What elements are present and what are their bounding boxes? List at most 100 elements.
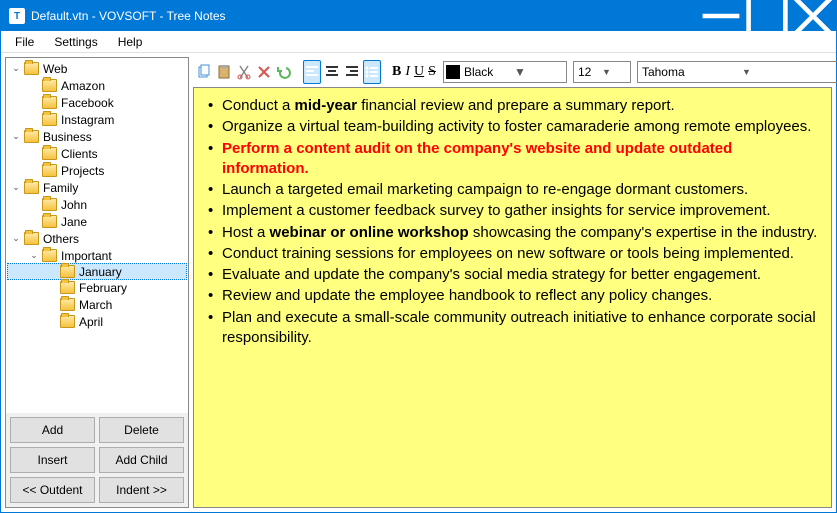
tree-node[interactable]: Projects (8, 162, 186, 179)
notes-list: Conduct a mid-year financial review and … (204, 96, 821, 348)
window-controls (698, 1, 836, 31)
tree-node[interactable]: Jane (8, 213, 186, 230)
left-panel: ⌄ Web AmazonFacebookInstagram ⌄ BusinessClie… (5, 57, 189, 508)
right-panel: B I U S Black ▼ 12 ▼ Tahoma ▼ (193, 57, 832, 508)
note-item[interactable]: Perform a content audit on the company's… (208, 139, 821, 180)
strikethrough-icon[interactable]: S (427, 60, 437, 84)
body: ⌄ Web AmazonFacebookInstagram ⌄ BusinessClie… (1, 53, 836, 512)
folder-icon (42, 249, 57, 262)
add-child-button[interactable]: Add Child (99, 447, 184, 473)
note-item[interactable]: Launch a targeted email marketing campai… (208, 180, 821, 200)
tree-view[interactable]: ⌄ Web AmazonFacebookInstagram ⌄ BusinessClie… (6, 58, 188, 413)
folder-icon (24, 181, 39, 194)
tree-buttons: Add Delete Insert Add Child << Outdent I… (6, 413, 188, 507)
undo-icon[interactable] (275, 60, 293, 84)
delete-button[interactable]: Delete (99, 417, 184, 443)
tree-node[interactable]: ⌄Family (8, 179, 186, 196)
note-item[interactable]: Review and update the employee handbook … (208, 286, 821, 306)
editor[interactable]: Conduct a mid-year financial review and … (193, 87, 832, 508)
tree-spacer (28, 199, 40, 211)
tree-spacer (28, 97, 40, 109)
underline-icon[interactable]: U (413, 60, 425, 84)
tree-spacer (28, 148, 40, 160)
color-select[interactable]: Black ▼ (443, 61, 567, 83)
tree-label: John (61, 198, 87, 212)
delete-icon[interactable] (255, 60, 273, 84)
note-item[interactable]: Implement a customer feedback survey to … (208, 201, 821, 221)
font-family-select[interactable]: Tahoma ▼ (637, 61, 837, 83)
menu-settings[interactable]: Settings (44, 33, 107, 51)
copy-icon[interactable] (195, 60, 213, 84)
insert-button[interactable]: Insert (10, 447, 95, 473)
collapse-icon[interactable]: ⌄ (10, 233, 22, 245)
color-swatch (446, 65, 460, 79)
collapse-icon[interactable]: ⌄ (10, 63, 22, 75)
menu-file[interactable]: File (5, 33, 44, 51)
tree-label: March (79, 298, 112, 312)
tree-node[interactable]: ⌄Others (8, 230, 186, 247)
tree-node[interactable]: Facebook (8, 94, 186, 111)
folder-icon (60, 298, 75, 311)
tree-node[interactable]: ⌄Important (8, 247, 186, 264)
note-item[interactable]: Host a webinar or online workshop showca… (208, 223, 821, 243)
align-center-icon[interactable] (323, 60, 341, 84)
collapse-icon[interactable]: ⌄ (10, 131, 22, 143)
tree-label: Web (43, 62, 67, 76)
tree-spacer (28, 216, 40, 228)
align-left-icon[interactable] (303, 60, 321, 84)
maximize-button[interactable] (744, 1, 790, 31)
tree-label: Jane (61, 215, 87, 229)
folder-icon (24, 130, 39, 143)
note-item[interactable]: Organize a virtual team-building activit… (208, 117, 821, 137)
outdent-button[interactable]: << Outdent (10, 477, 95, 503)
minimize-button[interactable] (698, 1, 744, 31)
indent-button[interactable]: Indent >> (99, 477, 184, 503)
tree-node[interactable]: March (8, 296, 186, 313)
paste-icon[interactable] (215, 60, 233, 84)
tree-node[interactable]: April (8, 313, 186, 330)
cut-icon[interactable] (235, 60, 253, 84)
folder-icon (42, 147, 57, 160)
tree-spacer (28, 165, 40, 177)
tree-label: January (79, 265, 122, 279)
tree-node[interactable]: ⌄ Web (8, 60, 186, 77)
tree-label: Business (43, 130, 92, 144)
tree-node[interactable]: John (8, 196, 186, 213)
tree-label: February (79, 281, 127, 295)
add-button[interactable]: Add (10, 417, 95, 443)
note-item[interactable]: Conduct training sessions for employees … (208, 244, 821, 264)
note-item[interactable]: Conduct a mid-year financial review and … (208, 96, 821, 116)
bold-icon[interactable]: B (391, 60, 402, 84)
chevron-down-icon: ▼ (602, 67, 626, 77)
tree-label: Amazon (61, 79, 105, 93)
font-size-select[interactable]: 12 ▼ (573, 61, 631, 83)
folder-icon (42, 198, 57, 211)
note-item[interactable]: Evaluate and update the company's social… (208, 265, 821, 285)
note-item[interactable]: Plan and execute a small-scale community… (208, 308, 821, 349)
menu-help[interactable]: Help (108, 33, 153, 51)
tree-spacer (46, 282, 58, 294)
tree-label: April (79, 315, 103, 329)
folder-icon (42, 164, 57, 177)
tree-node[interactable]: Clients (8, 145, 186, 162)
tree-node[interactable]: ⌄ Business (8, 128, 186, 145)
folder-icon (42, 79, 57, 92)
app-icon: T (9, 8, 25, 24)
tree-node[interactable]: Instagram (8, 111, 186, 128)
tree-node[interactable]: February (8, 279, 186, 296)
app-window: T Default.vtn - VOVSOFT - Tree Notes Fil… (0, 0, 837, 513)
close-button[interactable] (790, 1, 836, 31)
tree-label: Projects (61, 164, 104, 178)
tree-node[interactable]: Amazon (8, 77, 186, 94)
folder-icon (42, 113, 57, 126)
bullet-list-icon[interactable] (363, 60, 381, 84)
tree-node[interactable]: January (7, 263, 187, 280)
window-title: Default.vtn - VOVSOFT - Tree Notes (31, 9, 698, 23)
italic-icon[interactable]: I (404, 60, 411, 84)
folder-icon (60, 315, 75, 328)
align-right-icon[interactable] (343, 60, 361, 84)
tree-spacer (28, 114, 40, 126)
font-size-value: 12 (578, 65, 602, 79)
collapse-icon[interactable]: ⌄ (10, 182, 22, 194)
collapse-icon[interactable]: ⌄ (28, 250, 40, 262)
